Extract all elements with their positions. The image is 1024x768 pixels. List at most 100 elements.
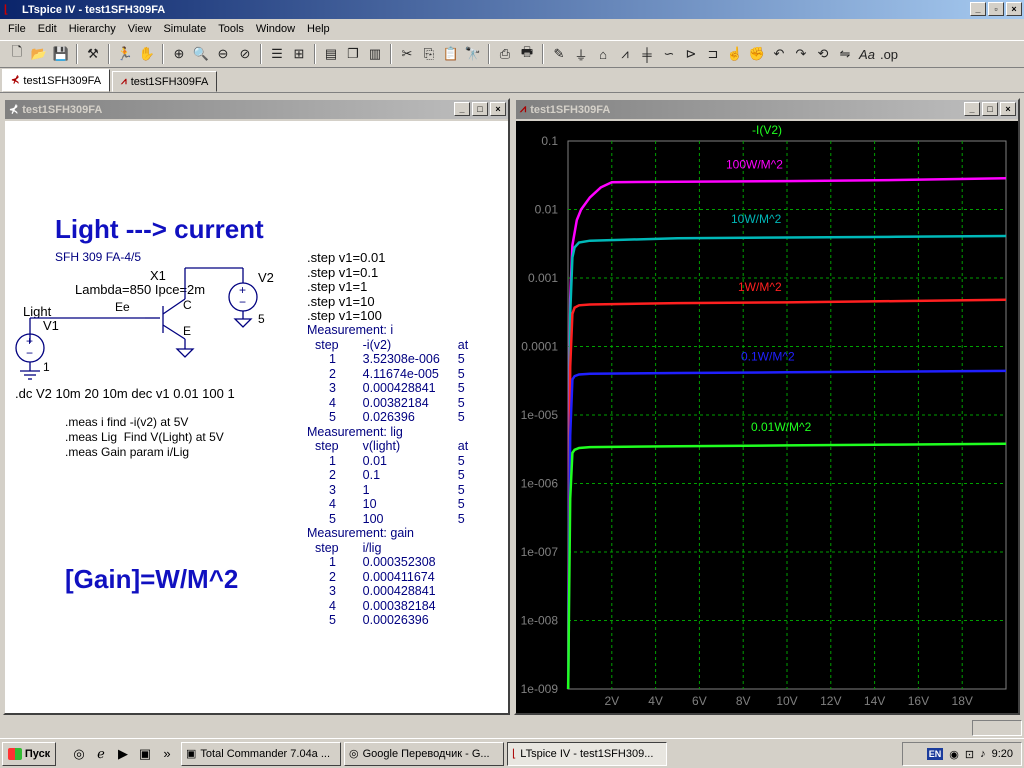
measurement-column-header: at [457,439,469,454]
taskbar: Пуск ◎ ℯ ▶ ▣ » ▣ Total Commander 7.04a .… [0,738,1024,768]
zoom-cancel-icon[interactable]: ⊘ [234,43,256,65]
quicklaunch-more-icon[interactable]: » [156,743,178,765]
measurement-title: Measurement: lig [307,424,403,439]
close-button[interactable]: × [1006,2,1022,16]
save-icon[interactable]: 💾 [50,43,72,65]
dc-directive: .dc V2 10m 20 10m dec v1 0.01 100 1 [15,386,235,401]
spice-directive-icon[interactable]: .op [878,43,900,65]
start-button[interactable]: Пуск [2,741,56,766]
open-folder-icon[interactable]: 📂 [28,43,50,65]
drag-icon[interactable]: ✊ [746,43,768,65]
plot-pane[interactable]: 2V 4V 6V 8V 10V 12V 14V 16V 18V 0.1 0.01 0.001 0.000… [516,121,1018,713]
ground-icon[interactable]: ⏚ [570,43,592,65]
menu-help[interactable]: Help [301,23,336,35]
minimize-button[interactable]: _ [454,102,470,116]
task-total-commander[interactable]: ▣ Total Commander 7.04a ... [181,741,341,766]
menu-edit[interactable]: Edit [32,23,63,35]
quicklaunch-icon[interactable]: ▣ [134,743,156,765]
transistor-icon: ⊀ [9,104,19,116]
waveform-icon: ⩘ [520,103,527,115]
series-label: 100W/M^2 [726,157,783,171]
zoom-in-icon[interactable]: ⊕ [168,43,190,65]
grid-icon[interactable]: ⊞ [288,43,310,65]
diode-icon[interactable]: ⊳ [680,43,702,65]
restore-button[interactable]: ▫ [988,2,1004,16]
tab-waveform[interactable]: ⩘ test1SFH309FA [112,71,218,92]
schematic-window: ⊀ test1SFH309FA _ □ × Light ---> current… [3,98,510,715]
volume-icon[interactable]: ♪ [980,748,986,760]
inductor-icon[interactable]: ∽ [658,43,680,65]
measurement-column-header: step [315,439,339,454]
measurement-cell: 0.000382184 [362,598,436,613]
open-schematic-icon[interactable]: 🗋 [6,43,28,65]
run-icon[interactable]: 🏃 [114,43,136,65]
draw-wire-icon[interactable]: ✎ [548,43,570,65]
cascade-icon[interactable]: ❐ [342,43,364,65]
minimize-button[interactable]: _ [964,102,980,116]
chrome-icon: ◎ [349,748,359,760]
measurement-cell: 5 [457,395,465,410]
task-ltspice[interactable]: ⌊ LTspice IV - test1SFH309... [507,741,667,766]
tab-schematic[interactable]: ⊀ test1SFH309FA [2,69,111,92]
toolbar-separator [260,44,262,64]
control-panel-icon[interactable]: ⚒ [82,43,104,65]
measurement-row: 2 4.11674e-005 5 [307,367,468,382]
menu-view[interactable]: View [122,23,158,35]
pan-icon[interactable]: 🔍 [190,43,212,65]
move-icon[interactable]: ☝ [724,43,746,65]
step-directive: .step v1=10 [307,293,375,309]
measurement-title: Measurement: gain [307,526,415,541]
close-button[interactable]: × [1000,102,1016,116]
zoom-out-icon[interactable]: ⊖ [212,43,234,65]
measurement-cell: 3 [329,381,336,396]
capacitor-icon[interactable]: ╪ [636,43,658,65]
task-google-translate[interactable]: ◎ Google Переводчик - G... [344,741,504,766]
halt-icon[interactable]: ✋ [136,43,158,65]
cut-icon[interactable]: ✂ [396,43,418,65]
menubar: File Edit Hierarchy View Simulate Tools Window… [0,19,1024,39]
menu-window[interactable]: Window [250,23,301,35]
maximize-button[interactable]: □ [472,102,488,116]
print-icon[interactable]: 🖶 [516,43,538,65]
waveform-plot[interactable]: 2V 4V 6V 8V 10V 12V 14V 16V 18V 0.1 0.01 0.001 0.000… [516,121,1018,715]
measurement-row: 2 0.1 5 [307,468,468,483]
maximize-button[interactable]: □ [982,102,998,116]
autorange-icon[interactable]: ☰ [266,43,288,65]
print-setup-icon[interactable]: ⎙ [494,43,516,65]
copy-icon[interactable]: ⎘ [418,43,440,65]
menu-hierarchy[interactable]: Hierarchy [63,23,122,35]
close-button[interactable]: × [490,102,506,116]
mirror-icon[interactable]: ⇋ [834,43,856,65]
undo-icon[interactable]: ↶ [768,43,790,65]
task-label: LTspice IV - test1SFH309... [520,747,654,760]
label-net-icon[interactable]: ⌂ [592,43,614,65]
measurement-cell: 1 [362,482,370,497]
minimize-button[interactable]: _ [970,2,986,16]
measurement-cell: 1 [329,453,336,468]
tile-horizontal-icon[interactable]: ▤ [320,43,342,65]
component-icon[interactable]: ⊐ [702,43,724,65]
measurement-cell: 2 [329,468,336,483]
find-icon[interactable]: 🔭 [462,43,484,65]
media-player-icon[interactable]: ▶ [112,743,134,765]
measurement-row: 5 0.00026396 [307,613,468,628]
redo-icon[interactable]: ↷ [790,43,812,65]
menu-tools[interactable]: Tools [212,23,250,35]
ie-icon[interactable]: ℯ [90,743,112,765]
step-directive: .step v1=0.1 [307,264,379,280]
text-icon[interactable]: Aa [856,43,878,65]
menu-file[interactable]: File [2,23,32,35]
chrome-icon[interactable]: ◎ [68,743,90,765]
schematic-canvas[interactable]: Light ---> current SFH 309 FA-4/5 X1 Lam… [5,121,508,713]
tray-app-icon[interactable]: ◉ [949,748,959,761]
tile-vertical-icon[interactable]: ▥ [364,43,386,65]
language-indicator[interactable]: EN [926,748,944,760]
menu-simulate[interactable]: Simulate [157,23,212,35]
measurement-cell: 2 [329,366,336,381]
resistor-icon[interactable]: ⩘ [614,43,636,65]
measurement-row: 1 0.01 5 [307,454,468,469]
y-tick-label: 1e-005 [521,408,559,422]
rotate-icon[interactable]: ⟲ [812,43,834,65]
network-icon[interactable]: ⊡ [965,748,974,761]
paste-icon[interactable]: 📋 [440,43,462,65]
